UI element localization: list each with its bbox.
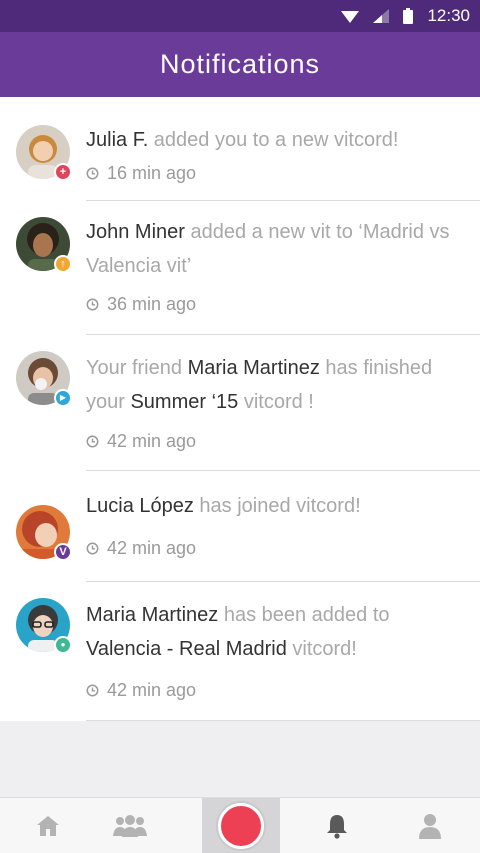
notification-text: Your friend Maria Martinez has finished … — [86, 357, 433, 413]
clock-icon — [86, 298, 99, 311]
upload-icon: ↑ — [54, 255, 72, 273]
home-icon — [37, 815, 59, 836]
notification-list: + Julia F. added you to a new vitcord! 1… — [0, 97, 480, 721]
profile-button[interactable] — [406, 798, 454, 853]
list-item[interactable]: ↑ John Miner added a new vit to ‘Madrid … — [0, 201, 480, 335]
notification-text: Lucia López has joined vitcord! — [86, 495, 361, 517]
group-icon — [113, 814, 147, 837]
clock-icon — [86, 167, 99, 180]
list-item[interactable]: V Lucia López has joined vitcord! 42 min… — [0, 471, 480, 582]
profile-icon — [419, 813, 441, 839]
list-item[interactable]: ▶ Your friend Maria Martinez has finishe… — [0, 335, 480, 471]
bell-icon — [327, 814, 347, 839]
notification-text: John Miner added a new vit to ‘Madrid vs… — [86, 221, 450, 277]
list-item[interactable]: + Julia F. added you to a new vitcord! 1… — [0, 97, 480, 201]
avatar[interactable]: ↑ — [16, 217, 72, 273]
vitcord-v-icon: V — [54, 543, 72, 561]
user-name[interactable]: Julia F. — [86, 129, 148, 151]
status-bar: 12:30 — [0, 0, 480, 32]
timestamp: 42 min ago — [86, 680, 196, 701]
user-name[interactable]: John Miner — [86, 221, 185, 243]
vitcord-name[interactable]: Valencia - Real Madrid — [86, 638, 287, 660]
avatar[interactable]: + — [16, 125, 72, 181]
home-button[interactable] — [24, 798, 72, 853]
app-bar: Notifications — [0, 32, 480, 97]
groups-button[interactable] — [106, 798, 154, 853]
user-name[interactable]: Maria Martinez — [86, 604, 218, 626]
wifi-icon — [341, 9, 360, 23]
user-name[interactable]: Lucia López — [86, 495, 194, 517]
list-item[interactable]: ● Maria Martinez has been added to Valen… — [0, 582, 480, 721]
record-button[interactable] — [202, 798, 280, 853]
clock-time: 12:30 — [427, 6, 470, 25]
avatar[interactable]: ▶ — [16, 351, 72, 407]
clock-icon — [86, 435, 99, 448]
page-title: Notifications — [159, 49, 321, 79]
plus-icon: + — [54, 163, 72, 181]
record-icon — [218, 802, 264, 849]
clock-icon — [86, 684, 99, 697]
timestamp: 16 min ago — [86, 163, 196, 184]
timestamp: 42 min ago — [86, 538, 196, 559]
notifications-button[interactable] — [313, 798, 361, 853]
divider — [86, 720, 480, 721]
notification-text: Maria Martinez has been added to Valenci… — [86, 604, 390, 660]
timestamp: 36 min ago — [86, 294, 196, 315]
person-icon: ● — [54, 636, 72, 654]
battery-icon — [403, 8, 414, 24]
timestamp: 42 min ago — [86, 431, 196, 452]
bottom-nav — [0, 797, 480, 853]
clock-icon — [86, 542, 99, 555]
user-name[interactable]: Maria Martinez — [188, 357, 320, 379]
vitcord-name[interactable]: Summer ‘15 — [130, 391, 238, 413]
play-icon: ▶ — [54, 389, 72, 407]
signal-icon — [373, 9, 390, 23]
avatar[interactable]: V — [16, 505, 72, 561]
notification-text: Julia F. added you to a new vitcord! — [86, 129, 399, 151]
avatar[interactable]: ● — [16, 598, 72, 654]
